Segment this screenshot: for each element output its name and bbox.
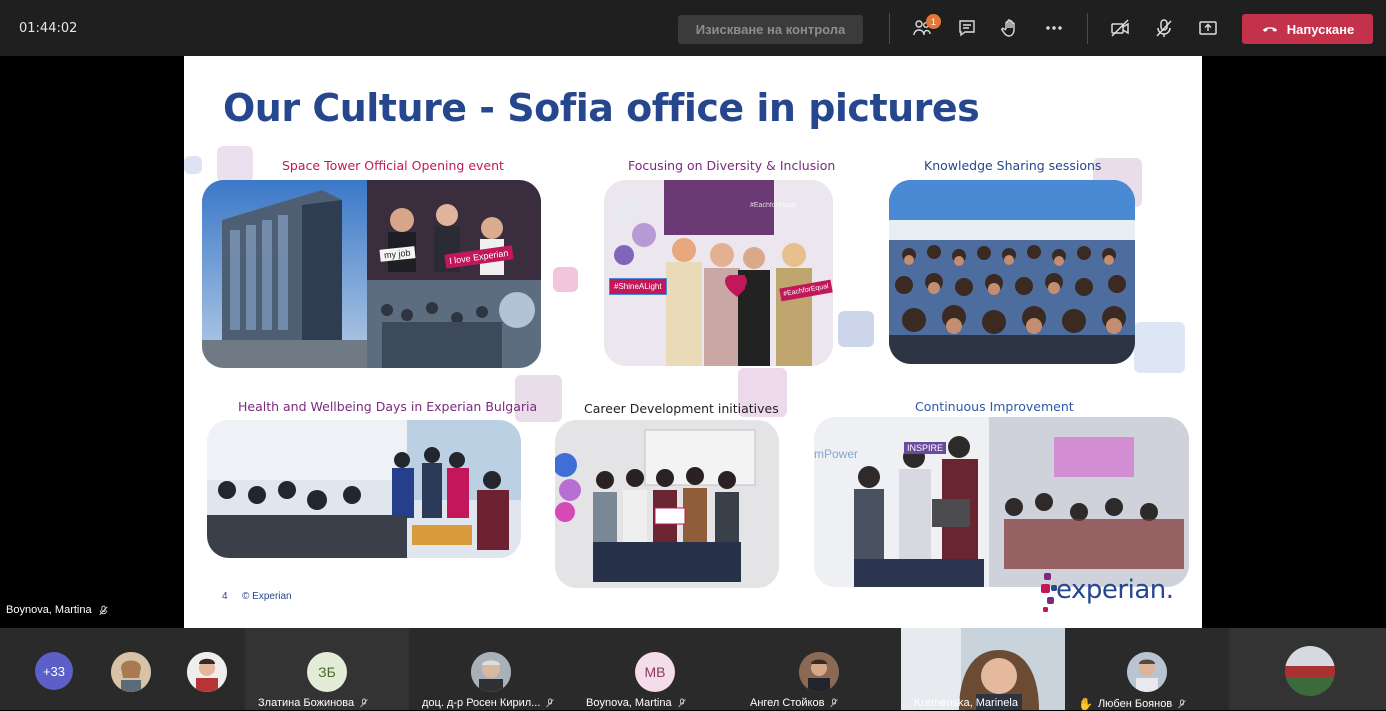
presenter-label: Boynova, Martina (6, 604, 109, 616)
participant-video-tile[interactable]: Kremenska, Marinela (901, 628, 1065, 710)
caption-health: Health and Wellbeing Days in Experian Bu… (238, 399, 538, 414)
participant-tile[interactable]: ✋ Любен Боянов (1065, 628, 1229, 711)
sign-inspire: INSPIRE (904, 442, 947, 454)
mic-off-icon (830, 698, 839, 708)
slide-title: Our Culture - Sofia office in pictures (223, 86, 980, 130)
mic-off-icon (546, 698, 555, 708)
experian-logo-text: experian. (1056, 575, 1174, 605)
mic-off-icon (98, 605, 109, 616)
participant-name-row: доц. д-р Росен Кирил... (422, 697, 555, 709)
mic-off-icon (1178, 699, 1187, 709)
participants-badge: 1 (926, 14, 941, 29)
experian-logo: experian. (1039, 571, 1174, 615)
phone-icon (1261, 20, 1279, 38)
participant-name-row: Boynova, Martina (586, 697, 687, 709)
camera-off-icon[interactable] (1108, 16, 1132, 40)
toolbar-divider (1087, 13, 1088, 44)
photo-continuous-improvement: mPower INSPIRE (814, 417, 1189, 587)
decor-square (1134, 322, 1185, 373)
participant-name: Boynova, Martina (586, 697, 672, 709)
participant-tile[interactable]: MB Boynova, Martina (573, 628, 737, 710)
participant-avatar[interactable] (187, 652, 227, 692)
raise-hand-icon[interactable] (998, 16, 1022, 40)
self-tile[interactable] (1229, 628, 1386, 710)
self-avatar (1285, 646, 1335, 696)
photo-diversity-inclusion: #ShineALight #EachforEqual #EachforEqual (604, 180, 833, 366)
participant-initials: ЗБ (307, 652, 347, 692)
participant-strip: +33 ЗБ Златина Божинова доц. д-р Росен К… (0, 628, 1386, 711)
sign-shinealight: #ShineALight (609, 278, 667, 295)
toolbar-divider (889, 13, 890, 44)
participant-avatar (471, 652, 511, 692)
participant-avatar[interactable] (111, 652, 151, 692)
caption-career: Career Development initiatives (584, 401, 779, 416)
participant-name-row: Kremenska, Marinela (914, 697, 1018, 709)
participant-name: Златина Божинова (258, 697, 355, 709)
participant-name: Любен Боянов (1097, 698, 1173, 710)
participant-name-row: ✋ Любен Боянов (1078, 697, 1187, 711)
share-icon[interactable] (1196, 16, 1220, 40)
slide-copyright: © Experian (242, 591, 292, 602)
more-icon[interactable] (1042, 16, 1066, 40)
decor-square (184, 156, 202, 174)
photo-space-tower-opening: I love Experian my job (202, 180, 541, 368)
decor-square (553, 267, 578, 292)
leave-label: Напускане (1286, 21, 1355, 37)
photo-career-development (555, 420, 779, 588)
participant-tile[interactable]: ЗБ Златина Божинова (245, 628, 409, 710)
participant-tile[interactable]: доц. д-р Росен Кирил... (409, 628, 573, 710)
meeting-timer: 01:44:02 (19, 21, 78, 36)
participant-avatar (1127, 652, 1167, 692)
participant-initials: MB (635, 652, 675, 692)
caption-opening: Space Tower Official Opening event (282, 158, 504, 173)
caption-improvement: Continuous Improvement (915, 399, 1074, 414)
participant-name: Ангел Стойков (750, 697, 825, 709)
participant-name: Kremenska, Marinela (914, 697, 1018, 709)
photo-knowledge-sharing (889, 180, 1135, 364)
caption-diversity: Focusing on Diversity & Inclusion (628, 158, 836, 173)
participant-avatar (799, 652, 839, 692)
more-participants-button[interactable]: +33 (35, 652, 73, 690)
sign-eachforequal-top: #EachforEqual (750, 202, 796, 209)
participant-tile[interactable]: Ангел Стойков (737, 628, 901, 710)
chat-icon[interactable] (955, 16, 979, 40)
leave-button[interactable]: Напускане (1242, 14, 1373, 44)
participant-name-row: Ангел Стойков (750, 697, 839, 709)
raise-hand-icon: ✋ (1078, 697, 1093, 711)
decor-square (217, 146, 253, 182)
participant-name: доц. д-р Росен Кирил... (422, 697, 541, 709)
participant-name-row: Златина Божинова (258, 697, 369, 709)
sign-mpower: mPower (814, 447, 859, 461)
decor-square (838, 311, 874, 347)
mic-off-icon (360, 698, 368, 708)
caption-knowledge: Knowledge Sharing sessions (924, 158, 1102, 173)
slide-number: 4 (222, 591, 228, 602)
mic-off-icon (677, 698, 686, 708)
photo-health-wellbeing (207, 420, 521, 558)
shared-slide: Our Culture - Sofia office in pictures S… (184, 56, 1202, 628)
mic-off-icon[interactable] (1152, 16, 1176, 40)
presenter-name: Boynova, Martina (6, 604, 92, 616)
meeting-toolbar: 01:44:02 Изискване на контрола 1 Напуска… (0, 0, 1386, 56)
request-control-button[interactable]: Изискване на контрола (678, 15, 863, 44)
